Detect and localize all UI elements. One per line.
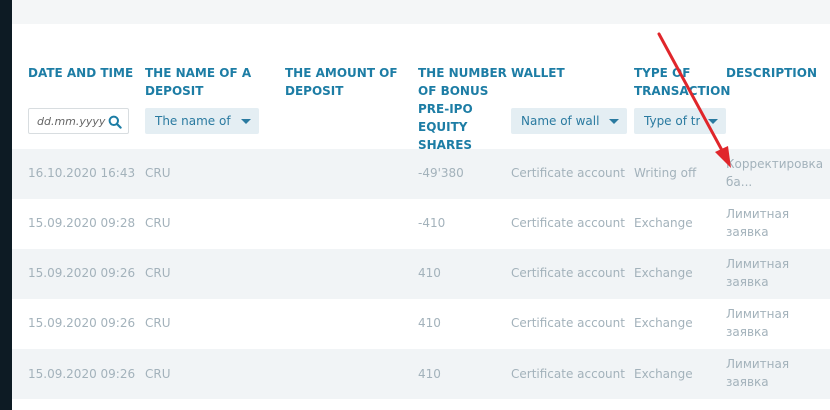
- table-row[interactable]: 15.09.2020 09:26 CRU 410 Certificate acc…: [12, 349, 830, 399]
- table-row[interactable]: 15.09.2020 09:28 CRU -410 Certificate ac…: [12, 199, 830, 249]
- column-header-transaction-type: TYPE OF TRANSACTION: [634, 66, 731, 98]
- cell-deposit: CRU: [145, 316, 171, 330]
- deposit-name-filter-value: The name of a: [155, 114, 233, 128]
- cell-shares: -49'380: [418, 166, 464, 180]
- search-icon[interactable]: [108, 115, 122, 129]
- cell-deposit: CRU: [145, 216, 171, 230]
- column-header-bonus-shares: THE NUMBER OF BONUS PRE-IPO EQUITY SHARE…: [418, 66, 507, 152]
- cell-shares: 410: [418, 367, 441, 381]
- cell-wallet: Certificate account: [511, 367, 625, 381]
- caret-down-icon: [708, 119, 718, 124]
- transaction-type-filter-value: Type of tr: [644, 114, 701, 128]
- cell-shares: -410: [418, 216, 446, 230]
- cell-wallet: Certificate account: [511, 166, 625, 180]
- date-filter-input[interactable]: [37, 113, 107, 129]
- cell-transaction-type: Exchange: [634, 216, 693, 230]
- transactions-panel: DATE AND TIME THE NAME OF A DEPOSIT THE …: [12, 0, 830, 410]
- wallet-filter-value: Name of wall: [521, 114, 600, 128]
- cell-description: Лимитная заявка: [726, 257, 790, 289]
- column-header-date: DATE AND TIME: [28, 66, 134, 80]
- cell-description: Лимитная заявка: [726, 207, 790, 239]
- cell-shares: 410: [418, 266, 441, 280]
- caret-down-icon: [609, 119, 619, 124]
- caret-down-icon: [241, 119, 251, 124]
- cell-date: 15.09.2020 09:28: [28, 216, 136, 230]
- cell-wallet: Certificate account: [511, 216, 625, 230]
- transaction-type-filter-dropdown[interactable]: Type of tr: [634, 108, 726, 134]
- column-header-deposit-name: THE NAME OF A DEPOSIT: [145, 66, 252, 98]
- cell-date: 15.09.2020 09:26: [28, 367, 136, 381]
- cell-transaction-type: Exchange: [634, 316, 693, 330]
- cell-deposit: CRU: [145, 166, 171, 180]
- table-row[interactable]: 15.09.2020 09:26 CRU 410 Certificate acc…: [12, 299, 830, 349]
- cell-transaction-type: Exchange: [634, 367, 693, 381]
- cell-shares: 410: [418, 316, 441, 330]
- cell-date: 15.09.2020 09:26: [28, 266, 136, 280]
- date-filter-field[interactable]: [28, 108, 129, 134]
- panel-top-bar: [12, 0, 830, 24]
- wallet-filter-dropdown[interactable]: Name of wall: [511, 108, 627, 134]
- table-row[interactable]: 16.10.2020 16:43 CRU -49'380 Certificate…: [12, 149, 830, 199]
- cell-wallet: Certificate account: [511, 316, 625, 330]
- cell-wallet: Certificate account: [511, 266, 625, 280]
- cell-description: Корректировка ба...: [726, 157, 824, 189]
- cell-description: Лимитная заявка: [726, 357, 790, 389]
- cell-date: 16.10.2020 16:43: [28, 166, 136, 180]
- column-header-wallet: WALLET: [511, 66, 565, 80]
- cell-transaction-type: Writing off: [634, 166, 697, 180]
- column-header-deposit-amount: THE AMOUNT OF DEPOSIT: [285, 66, 398, 98]
- cell-deposit: CRU: [145, 367, 171, 381]
- cell-description: Лимитная заявка: [726, 307, 790, 339]
- column-header-description: DESCRIPTION: [726, 66, 818, 80]
- cell-transaction-type: Exchange: [634, 266, 693, 280]
- cell-date: 15.09.2020 09:26: [28, 316, 136, 330]
- table-row[interactable]: 15.09.2020 09:26 CRU 410 Certificate acc…: [12, 249, 830, 299]
- deposit-name-filter-dropdown[interactable]: The name of a: [145, 108, 259, 134]
- cell-deposit: CRU: [145, 266, 171, 280]
